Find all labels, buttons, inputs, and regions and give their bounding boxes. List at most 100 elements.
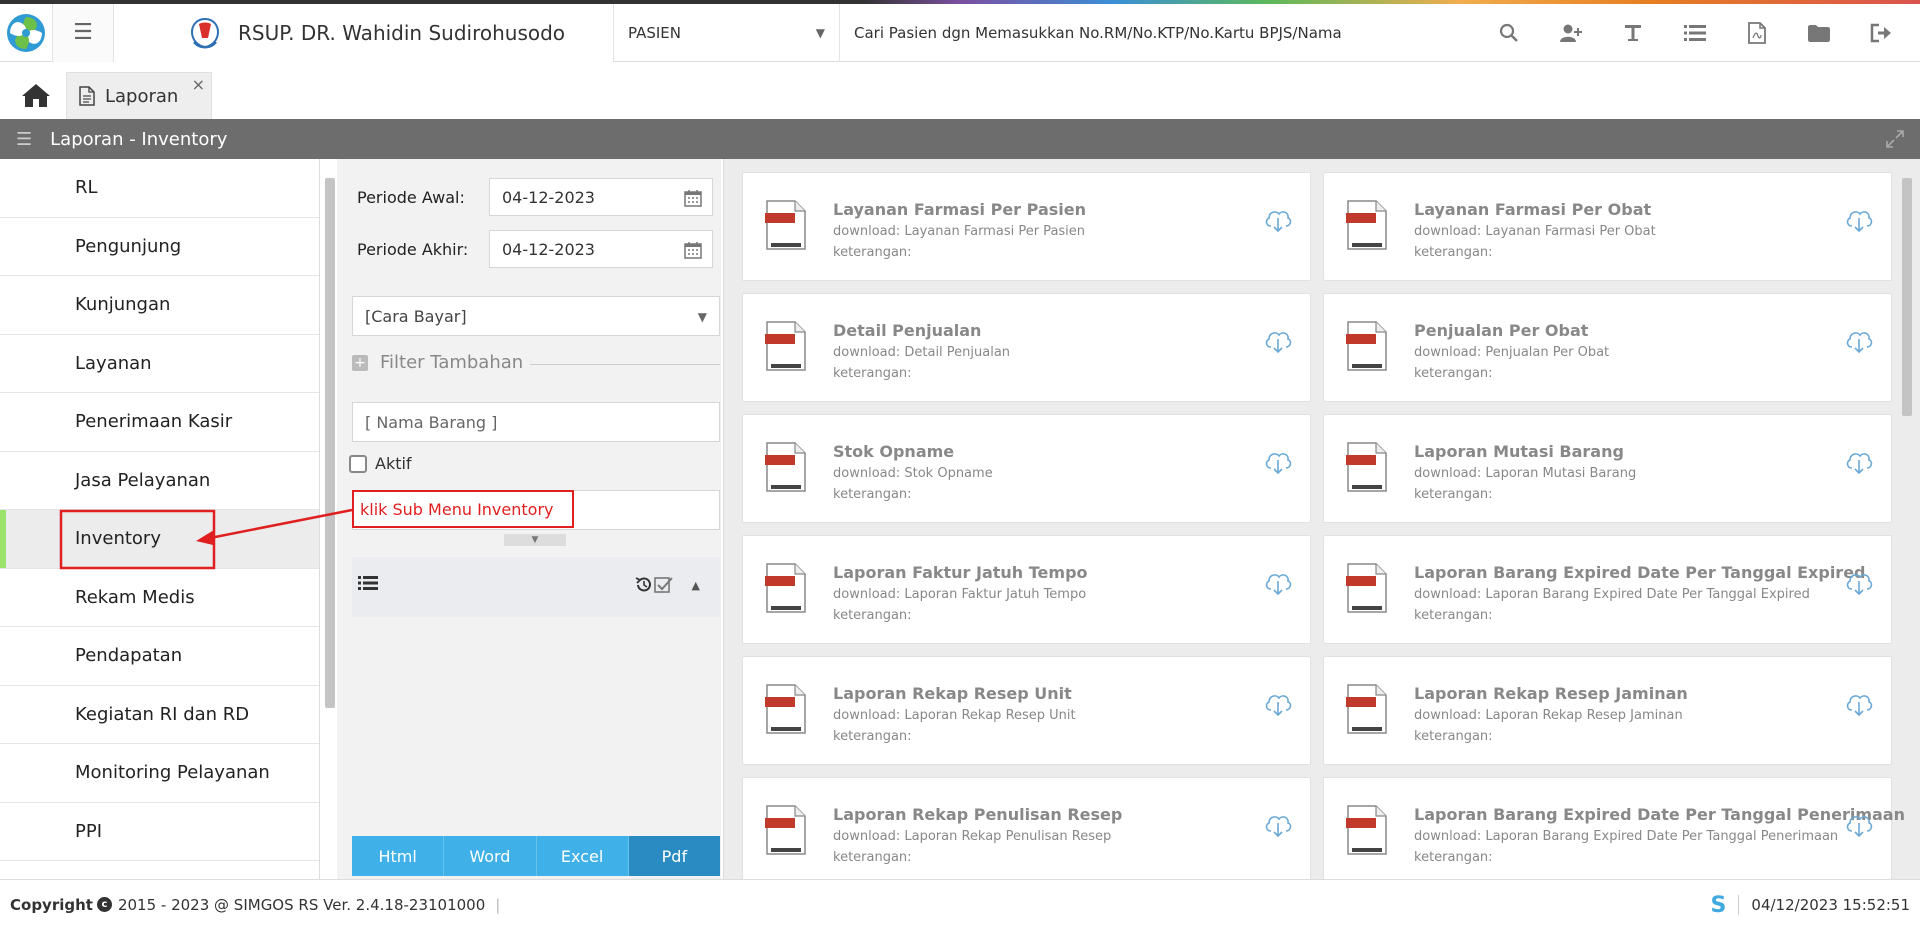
patient-type-select[interactable]: PASIEN ▼ — [614, 3, 840, 62]
periode-akhir-input[interactable]: 04-12-2023 — [489, 230, 713, 268]
cloud-download-icon[interactable] — [1264, 449, 1292, 475]
nav-item-penerimaan-kasir[interactable]: Penerimaan Kasir — [0, 393, 319, 452]
report-card[interactable]: Stok Opname download: Stok Opname ketera… — [742, 414, 1311, 523]
cara-bayar-select[interactable]: [Cara Bayar] ▼ — [352, 296, 720, 336]
report-keterangan: keterangan: — [833, 487, 912, 502]
list-button[interactable] — [1664, 4, 1726, 62]
report-card[interactable]: Detail Penjualan download: Detail Penjua… — [742, 293, 1311, 402]
footer-separator: | — [495, 895, 501, 914]
cloud-download-icon[interactable] — [1845, 449, 1873, 475]
patient-search-input[interactable]: Cari Pasien dgn Memasukkan No.RM/No.KTP/… — [840, 4, 1478, 62]
hospital-name: RSUP. DR. Wahidin Sudirohusodo — [238, 20, 566, 45]
cloud-download-icon[interactable] — [1845, 570, 1873, 596]
pdf-report-icon — [765, 200, 806, 250]
report-title: Laporan Barang Expired Date Per Tanggal … — [1414, 563, 1866, 582]
report-card[interactable]: Laporan Faktur Jatuh Tempo download: Lap… — [742, 535, 1311, 644]
home-icon — [22, 84, 50, 107]
nav-scrollbar[interactable] — [322, 178, 336, 878]
expand-icon[interactable] — [1886, 130, 1904, 152]
report-grid-scrollbar[interactable] — [1900, 178, 1914, 878]
export-html-button[interactable]: Html — [352, 836, 445, 876]
add-user-button[interactable] — [1540, 4, 1602, 62]
export-word-button[interactable]: Word — [444, 836, 537, 876]
cloud-download-icon[interactable] — [1845, 207, 1873, 233]
report-card[interactable]: Layanan Farmasi Per Obat download: Layan… — [1323, 172, 1892, 281]
nav-item-label: Kunjungan — [75, 294, 171, 316]
report-card[interactable]: Laporan Barang Expired Date Per Tanggal … — [1323, 777, 1905, 879]
nav-item-kegiatan-ri-rd[interactable]: Kegiatan RI dan RD — [0, 686, 319, 744]
hamburger-icon: ☰ — [73, 20, 93, 45]
history-icon[interactable] — [634, 575, 654, 595]
periode-awal-value: 04-12-2023 — [502, 187, 595, 207]
report-title: Laporan Rekap Resep Unit — [833, 684, 1072, 703]
home-tab[interactable] — [16, 73, 56, 117]
report-category-nav: RL Pengunjung Kunjungan Layanan Penerima… — [0, 159, 320, 879]
report-card[interactable]: Laporan Mutasi Barang download: Laporan … — [1323, 414, 1892, 523]
nav-item-rl[interactable]: RL — [0, 159, 319, 218]
search-button[interactable] — [1478, 4, 1540, 62]
report-title: Penjualan Per Obat — [1414, 321, 1589, 340]
nav-item-layanan[interactable]: Layanan — [0, 335, 319, 393]
calendar-icon[interactable] — [684, 241, 702, 259]
nav-item-pengunjung[interactable]: Pengunjung — [0, 218, 319, 276]
calendar-icon[interactable] — [684, 189, 702, 207]
report-card[interactable]: Laporan Rekap Resep Unit download: Lapor… — [742, 656, 1311, 765]
checkbox-box[interactable] — [349, 454, 367, 473]
panel-menu-icon[interactable]: ☰ — [16, 129, 32, 150]
report-card[interactable]: Penjualan Per Obat download: Penjualan P… — [1323, 293, 1892, 402]
cloud-download-icon[interactable] — [1845, 328, 1873, 354]
tab-laporan[interactable]: Laporan × — [66, 72, 212, 119]
nav-item-jasa-pelayanan[interactable]: Jasa Pelayanan — [0, 452, 319, 510]
cloud-download-icon[interactable] — [1845, 812, 1873, 838]
app-logo[interactable] — [0, 4, 52, 62]
footer-datetime: 04/12/2023 15:52:51 — [1751, 896, 1910, 914]
collapse-tab[interactable]: ▼ — [504, 534, 566, 546]
report-download: download: Laporan Barang Expired Date Pe… — [1414, 587, 1810, 602]
nav-item-kunjungan[interactable]: Kunjungan — [0, 276, 319, 335]
nav-item-monitoring-pelayanan[interactable]: Monitoring Pelayanan — [0, 744, 319, 803]
filter-tambahan-toggle[interactable]: + Filter Tambahan — [352, 352, 523, 373]
cloud-download-icon[interactable] — [1264, 328, 1292, 354]
export-excel-button[interactable]: Excel — [536, 836, 629, 876]
logout-button[interactable] — [1850, 4, 1912, 62]
logout-icon — [1870, 23, 1891, 42]
list-icon — [1684, 24, 1706, 41]
cloud-download-icon[interactable] — [1845, 691, 1873, 717]
list-icon[interactable] — [358, 575, 378, 591]
report-card[interactable]: Laporan Rekap Penulisan Resep download: … — [742, 777, 1311, 879]
caret-up-icon[interactable]: ▲ — [692, 579, 700, 592]
nav-item-ppi[interactable]: PPI — [0, 803, 319, 861]
text-format-button[interactable] — [1602, 4, 1664, 62]
periode-akhir-value: 04-12-2023 — [502, 239, 595, 259]
tab-close-icon[interactable]: × — [192, 75, 205, 94]
pdf-report-icon — [1346, 200, 1387, 250]
report-card[interactable]: Laporan Barang Expired Date Per Tanggal … — [1323, 535, 1892, 644]
cloud-download-icon[interactable] — [1264, 812, 1292, 838]
nav-item-label: Pendapatan — [75, 645, 183, 667]
nav-item-rekam-medis[interactable]: Rekam Medis — [0, 569, 319, 627]
report-card[interactable]: Layanan Farmasi Per Pasien download: Lay… — [742, 172, 1311, 281]
report-card[interactable]: Laporan Rekap Resep Jaminan download: La… — [1323, 656, 1892, 765]
aktif-checkbox[interactable]: Aktif — [349, 454, 412, 473]
cloud-download-icon[interactable] — [1264, 207, 1292, 233]
report-grid-scrollbar-thumb[interactable] — [1902, 178, 1912, 416]
report-title: Stok Opname — [833, 442, 955, 461]
folder-button[interactable] — [1788, 4, 1850, 62]
report-download: download: Laporan Mutasi Barang — [1414, 466, 1637, 481]
nav-item-inventory[interactable]: Inventory — [0, 510, 319, 569]
nama-barang-input[interactable]: [ Nama Barang ] — [352, 402, 720, 442]
checklist-icon[interactable] — [654, 575, 674, 595]
cara-bayar-value: [Cara Bayar] — [365, 306, 467, 326]
pdf-button[interactable] — [1726, 4, 1788, 62]
cloud-download-icon[interactable] — [1264, 570, 1292, 596]
cloud-download-icon[interactable] — [1264, 691, 1292, 717]
footer-status: S 04/12/2023 15:52:51 — [1711, 880, 1910, 929]
nav-item-label: PPI — [75, 820, 103, 842]
menu-toggle-button[interactable]: ☰ — [52, 3, 114, 62]
nav-item-pendapatan[interactable]: Pendapatan — [0, 627, 319, 686]
nav-scrollbar-thumb[interactable] — [325, 178, 335, 708]
periode-awal-input[interactable]: 04-12-2023 — [489, 178, 713, 216]
export-pdf-button[interactable]: Pdf — [628, 836, 720, 876]
nav-item-label: Penerimaan Kasir — [75, 411, 233, 433]
export-excel-label: Excel — [560, 846, 604, 866]
